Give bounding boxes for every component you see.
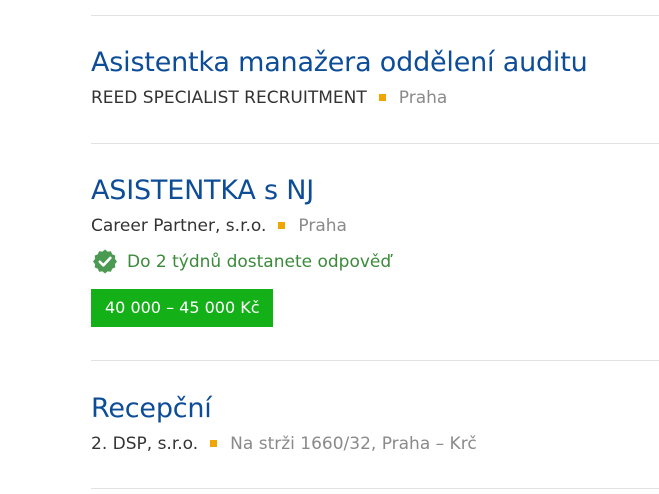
separator-square-icon <box>210 439 218 447</box>
separator-square-icon <box>378 93 386 101</box>
job-title-link[interactable]: Recepční <box>91 392 659 426</box>
response-time-note: Do 2 týdnů dostanete odpověď <box>91 248 659 276</box>
job-item[interactable]: Asistentka manažera oddělení auditu REED… <box>91 46 659 110</box>
divider <box>91 360 659 361</box>
divider <box>91 15 659 16</box>
company-name: 2. DSP, s.r.o. <box>91 434 199 454</box>
job-location: Na strži 1660/32, Praha – Krč <box>230 434 477 454</box>
job-location: Praha <box>298 216 347 236</box>
job-title-link[interactable]: ASISTENTKA s NJ <box>91 174 659 208</box>
job-listing-page: Asistentka manažera oddělení auditu REED… <box>0 0 659 494</box>
job-meta: Career Partner, s.r.o. Praha <box>91 214 659 238</box>
salary-badge: 40 000 – 45 000 Kč <box>91 289 273 327</box>
job-meta: 2. DSP, s.r.o. Na strži 1660/32, Praha – … <box>91 432 659 456</box>
response-time-text: Do 2 týdnů dostanete odpověď <box>127 252 392 272</box>
divider <box>91 143 659 144</box>
job-title-link[interactable]: Asistentka manažera oddělení auditu <box>91 46 659 80</box>
job-item[interactable]: ASISTENTKA s NJ Career Partner, s.r.o. Pr… <box>91 174 659 327</box>
check-circle-icon <box>93 249 117 274</box>
job-location: Praha <box>398 88 448 108</box>
company-name: REED SPECIALIST RECRUITMENT <box>91 88 367 108</box>
divider <box>91 488 659 489</box>
company-name: Career Partner, s.r.o. <box>91 216 267 236</box>
job-meta: REED SPECIALIST RECRUITMENT Praha <box>91 86 659 110</box>
job-item[interactable]: Recepční 2. DSP, s.r.o. Na strži 1660/32,… <box>91 392 659 456</box>
separator-square-icon <box>278 221 286 229</box>
